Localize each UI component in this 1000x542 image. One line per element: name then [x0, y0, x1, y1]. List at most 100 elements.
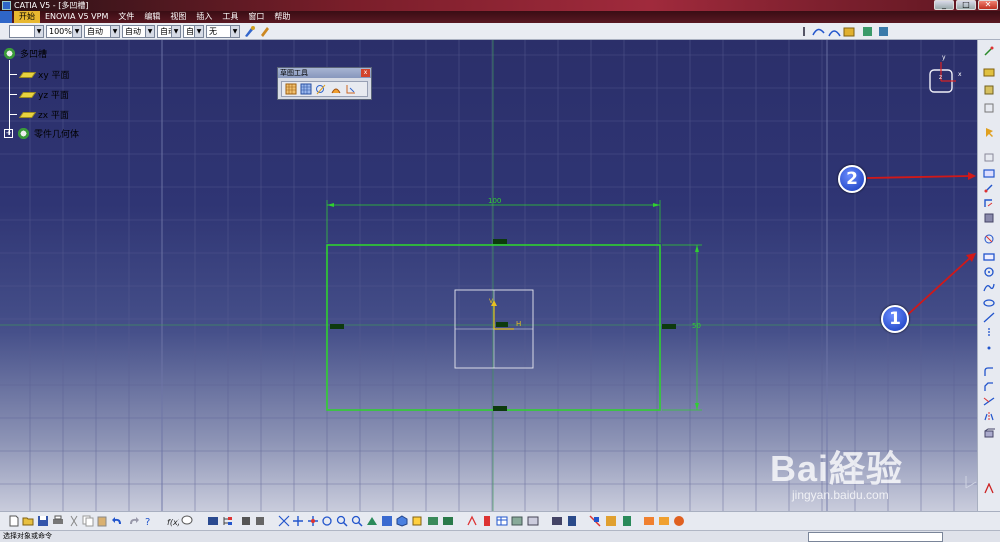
tree-item-zx-plane[interactable]: zx 平面: [10, 108, 69, 121]
exit-workbench-icon[interactable]: [983, 46, 995, 57]
menu-window[interactable]: 窗口: [243, 11, 269, 23]
new-file-icon[interactable]: [8, 515, 20, 527]
sketch-plane-icon[interactable]: [983, 66, 995, 77]
rotate-icon[interactable]: [321, 515, 333, 527]
move-icon[interactable]: [307, 515, 319, 527]
corner-icon[interactable]: [983, 366, 995, 377]
formula-icon[interactable]: f(x): [167, 515, 179, 527]
height-dimension[interactable]: 50: [692, 322, 701, 330]
menu-start[interactable]: 开始: [14, 11, 40, 23]
paste-icon[interactable]: [96, 515, 108, 527]
tree-item-yz-plane[interactable]: yz 平面: [10, 88, 69, 101]
fly-mode-icon[interactable]: [254, 515, 266, 527]
project-3d-icon[interactable]: [983, 428, 995, 439]
copy-icon[interactable]: [82, 515, 94, 527]
part-icon[interactable]: [861, 25, 874, 38]
undo-icon[interactable]: [111, 515, 123, 527]
construction-element-icon[interactable]: [315, 83, 327, 95]
iso-view-icon[interactable]: [396, 515, 408, 527]
zoom-combo[interactable]: 100% ▼: [46, 25, 82, 38]
color-combo[interactable]: ▼: [9, 25, 44, 38]
spline-icon[interactable]: [983, 282, 995, 293]
normal-view-icon[interactable]: [366, 515, 378, 527]
tree-view-icon[interactable]: [222, 515, 234, 527]
tree-item-xy-plane[interactable]: xy 平面: [10, 68, 70, 81]
menu-insert[interactable]: 插入: [191, 11, 217, 23]
ellipse-icon[interactable]: [983, 297, 995, 308]
sketch-tools-close-button[interactable]: x: [361, 69, 370, 77]
format-painter-icon[interactable]: [258, 25, 271, 38]
select-icon[interactable]: [983, 127, 995, 138]
zoom-in-icon[interactable]: [336, 515, 348, 527]
sketch-curve-icon[interactable]: [812, 25, 825, 38]
surface-icon[interactable]: [843, 25, 856, 38]
knowledge-icon[interactable]: [511, 515, 523, 527]
menu-help[interactable]: 帮助: [269, 11, 295, 23]
save-icon[interactable]: [37, 515, 49, 527]
zoom-out-icon[interactable]: [351, 515, 363, 527]
snap-icon[interactable]: [551, 515, 563, 527]
menu-tools[interactable]: 工具: [217, 11, 243, 23]
menu-enovia[interactable]: ENOVIA V5 VPM: [40, 11, 113, 23]
positioned-sketch-icon[interactable]: [983, 84, 995, 95]
operation-icon[interactable]: [983, 233, 995, 244]
layer2-combo[interactable]: 自动▼: [183, 25, 204, 38]
width-dimension[interactable]: 100: [488, 197, 501, 205]
color-3d-icon[interactable]: [643, 515, 655, 527]
rectangle-icon[interactable]: [983, 168, 995, 179]
animate-constraint-icon[interactable]: [983, 212, 995, 223]
sketch-tools-title[interactable]: 草图工具: [278, 68, 371, 78]
arc-icon[interactable]: [828, 25, 841, 38]
measure-icon[interactable]: [240, 515, 252, 527]
chamfer-icon[interactable]: [983, 381, 995, 392]
close-button[interactable]: ✕: [978, 0, 998, 10]
tree-item-part-body[interactable]: + 零件几何体: [4, 127, 79, 140]
grid-snap-icon[interactable]: [285, 83, 297, 95]
maximize-button[interactable]: □: [956, 0, 976, 10]
catalog-icon[interactable]: [207, 515, 219, 527]
command-input[interactable]: [808, 532, 943, 542]
color-2d-icon[interactable]: [658, 515, 670, 527]
dimension-display-icon[interactable]: [605, 515, 617, 527]
geometric-constraint-icon[interactable]: [330, 83, 342, 95]
line-type-combo[interactable]: 自动 ▼: [84, 25, 120, 38]
menu-edit[interactable]: 编辑: [139, 11, 165, 23]
profile-icon[interactable]: [983, 152, 995, 163]
layer-combo[interactable]: 自动 ▼: [157, 25, 181, 38]
constraint-icon[interactable]: [983, 183, 995, 194]
expand-icon[interactable]: +: [4, 129, 13, 138]
sketch-viewport[interactable]: 100 50 H V z x y 多凹槽 xy 平面 yz 平面 zx 平面 +: [0, 40, 977, 511]
output-feature-icon[interactable]: [983, 102, 995, 113]
geometry-display-icon[interactable]: [621, 515, 633, 527]
render-style-icon[interactable]: [411, 515, 423, 527]
redo-icon[interactable]: [128, 515, 140, 527]
design-table-icon[interactable]: [527, 515, 539, 527]
axis-icon[interactable]: [983, 327, 995, 338]
filter-combo[interactable]: 无 ▼: [206, 25, 240, 38]
rectangle-profile-icon[interactable]: [983, 251, 995, 262]
cut-part-icon[interactable]: [566, 515, 578, 527]
trim-icon[interactable]: [983, 396, 995, 407]
print-icon[interactable]: [52, 515, 64, 527]
grid-icon[interactable]: [300, 83, 312, 95]
fit-all-icon[interactable]: [278, 515, 290, 527]
minimize-button[interactable]: _: [934, 0, 954, 10]
open-folder-icon[interactable]: [22, 515, 34, 527]
circle-icon[interactable]: [983, 266, 995, 277]
paintbrush-icon[interactable]: [243, 25, 256, 38]
table-icon[interactable]: [496, 515, 508, 527]
multi-view-icon[interactable]: [381, 515, 393, 527]
mirror-icon[interactable]: [983, 411, 995, 422]
dimensional-constraint-icon[interactable]: [345, 83, 357, 95]
sketch-analysis-icon[interactable]: [466, 515, 478, 527]
comment-icon[interactable]: [181, 515, 193, 527]
menu-file[interactable]: 文件: [113, 11, 139, 23]
swap-space-icon[interactable]: [442, 515, 454, 527]
whats-this-icon[interactable]: ?: [143, 515, 155, 527]
tree-root[interactable]: 多凹槽: [3, 47, 47, 60]
cut-icon[interactable]: [68, 515, 80, 527]
material-icon[interactable]: [673, 515, 685, 527]
pan-icon[interactable]: [292, 515, 304, 527]
point-icon[interactable]: [983, 342, 995, 353]
auto-constraint-icon[interactable]: [983, 198, 995, 209]
